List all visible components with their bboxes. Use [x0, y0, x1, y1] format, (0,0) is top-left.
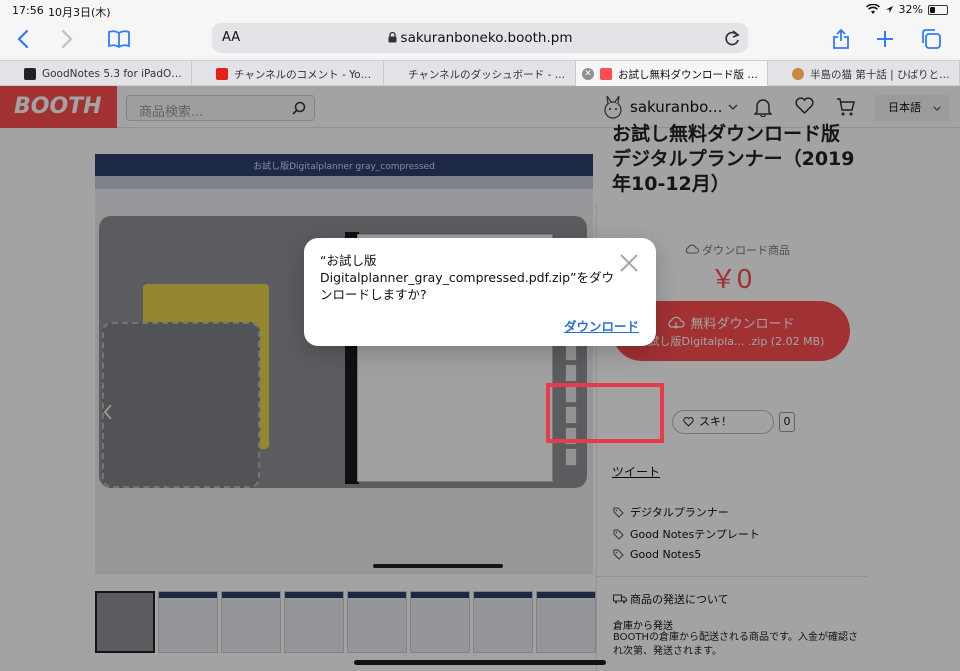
- browser-tab[interactable]: 半島の猫 第十話 | ひばりとおっ...: [768, 61, 960, 87]
- close-tab-icon[interactable]: ✕: [582, 68, 594, 80]
- new-tab-button[interactable]: [870, 24, 900, 54]
- close-icon[interactable]: [618, 252, 640, 274]
- booth-favicon-icon: [600, 68, 612, 80]
- tab-title: チャンネルのダッシュボード - YouTub...: [408, 68, 567, 81]
- book-icon: [108, 30, 130, 48]
- battery-percent: 32%: [898, 3, 923, 16]
- address-bar[interactable]: AA sakuranboneko.booth.pm: [212, 23, 748, 53]
- browser-tab[interactable]: GoodNotes 5.3 for iPadOS...: [0, 61, 192, 87]
- tab-title: お試し無料ダウンロード版 デ...: [618, 68, 759, 81]
- home-indicator: [354, 660, 606, 665]
- status-date: 10月3日(木): [48, 6, 111, 19]
- wifi-icon: [865, 4, 880, 14]
- forward-button[interactable]: [52, 24, 82, 54]
- lock-icon: [388, 31, 397, 43]
- favicon-icon: [24, 68, 36, 80]
- browser-tab-active[interactable]: ✕ お試し無料ダウンロード版 デ...: [576, 61, 768, 87]
- status-right: 32%: [865, 3, 948, 16]
- download-dialog: “お試し版Digitalplanner_gray_compressed.pdf.…: [304, 238, 656, 346]
- url-text: sakuranboneko.booth.pm: [400, 30, 573, 46]
- share-icon: [833, 28, 849, 49]
- battery-icon: [928, 4, 948, 15]
- modal-overlay: [0, 86, 960, 671]
- chevron-right-icon: [61, 29, 73, 49]
- browser-tab[interactable]: チャンネルのコメント - YouTu...: [192, 61, 384, 87]
- cat-favicon-icon: [792, 68, 804, 80]
- tab-title: チャンネルのコメント - YouTu...: [234, 68, 375, 81]
- browser-tab[interactable]: チャンネルのダッシュボード - YouTub...: [384, 61, 576, 87]
- location-icon: [885, 5, 893, 14]
- tab-strip: GoodNotes 5.3 for iPadOS... チャンネルのコメント -…: [0, 60, 960, 87]
- reload-icon[interactable]: [722, 27, 742, 49]
- status-bar: 17:56 10月3日(木) 32%: [0, 0, 960, 20]
- browser-toolbar: AA sakuranboneko.booth.pm: [0, 20, 960, 58]
- tabs-overview-button[interactable]: [916, 24, 946, 54]
- plus-icon: [877, 31, 893, 47]
- url-display: sakuranboneko.booth.pm: [212, 30, 748, 46]
- share-button[interactable]: [826, 24, 856, 54]
- status-time: 17:56: [12, 4, 44, 17]
- web-page: BOOTH 商品検索... sakuranbo... 日本語 お試し無料ダウンロ…: [0, 86, 960, 671]
- back-button[interactable]: [8, 24, 38, 54]
- highlight-box: [546, 383, 664, 443]
- download-confirm-button[interactable]: ダウンロード: [564, 316, 639, 335]
- tab-title: GoodNotes 5.3 for iPadOS...: [42, 68, 183, 80]
- bookmarks-button[interactable]: [104, 24, 134, 54]
- dialog-message: “お試し版Digitalplanner_gray_compressed.pdf.…: [320, 253, 615, 302]
- tabs-icon: [922, 29, 941, 49]
- chevron-left-icon: [17, 29, 29, 49]
- youtube-icon: [216, 68, 228, 80]
- tab-title: 半島の猫 第十話 | ひばりとおっ...: [810, 68, 951, 81]
